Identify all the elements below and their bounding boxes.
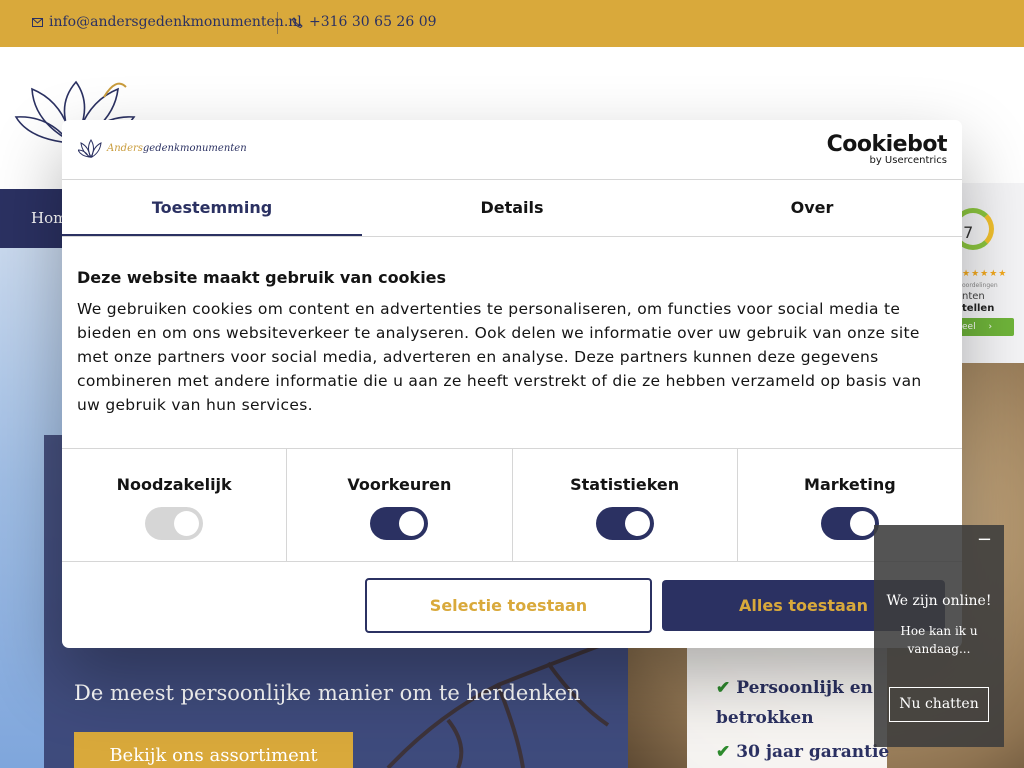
phone-text: +316 30 65 26 09	[309, 14, 437, 30]
tab-about[interactable]: Over	[662, 181, 962, 236]
chat-title: We zijn online!	[886, 593, 992, 609]
preferences-switch[interactable]	[370, 507, 429, 540]
toggle-necessary: Noodzakelijk	[62, 449, 288, 561]
start-chat-button[interactable]: Nu chatten	[889, 687, 989, 722]
cookiebot-logo[interactable]: Cookiebot by Usercentrics	[826, 132, 948, 166]
toggle-label: Noodzakelijk	[116, 475, 232, 494]
switch-knob	[624, 511, 650, 536]
view-assortment-button[interactable]: Bekijk ons assortiment	[74, 732, 353, 768]
marketing-switch[interactable]	[820, 507, 879, 540]
logo-text: Andersgedenkmonumenten	[107, 142, 247, 154]
usp-text: 30 jaar garantie	[736, 742, 890, 762]
switch-knob	[174, 511, 200, 536]
star-rating-icon: ★★★★★	[962, 269, 1008, 279]
mail-icon	[32, 17, 43, 27]
phone-icon	[292, 16, 303, 28]
switch-knob	[399, 511, 425, 536]
site-logo: Andersgedenkmonumenten	[78, 138, 247, 158]
usp-item: ✔ 30 jaar garantie	[716, 737, 889, 767]
dialog-description: We gebruiken cookies om content en adver…	[77, 300, 922, 414]
toggle-label: Statistieken	[570, 475, 680, 494]
dialog-tabs: Toestemming Details Over	[62, 181, 962, 237]
checkmark-icon: ✔	[716, 742, 731, 762]
tab-details[interactable]: Details	[362, 181, 662, 236]
necessary-switch	[145, 507, 204, 540]
dialog-header: Andersgedenkmonumenten Cookiebot by User…	[62, 120, 962, 180]
consent-toggles: Noodzakelijk Voorkeuren Statistieken Mar…	[62, 448, 962, 562]
email-text: info@andersgedenkmonumenten.nl	[49, 14, 302, 30]
hero-tagline: De meest persoonlijke manier om te herde…	[74, 681, 581, 705]
dialog-heading: Deze website maakt gebruik van cookies	[77, 268, 447, 287]
minimize-icon[interactable]: −	[977, 529, 992, 550]
top-contact-bar: info@andersgedenkmonumenten.nl +316 30 6…	[0, 0, 1024, 47]
email-link[interactable]: info@andersgedenkmonumenten.nl	[32, 14, 302, 30]
checkmark-icon: ✔	[716, 678, 731, 698]
chat-subtitle: Hoe kan ik u vandaag...	[900, 624, 978, 656]
review-count-label: oordelingen	[962, 282, 998, 289]
cookie-consent-dialog: Andersgedenkmonumenten Cookiebot by User…	[62, 120, 962, 648]
toggle-statistics: Statistieken	[513, 449, 738, 561]
toggle-label: Voorkeuren	[347, 475, 452, 494]
review-button-label: eel	[962, 322, 976, 332]
cookiebot-brand: Cookiebot	[826, 132, 948, 157]
usp-item: ✔ Persoonlijk en betrokken	[716, 673, 886, 733]
contact-divider	[277, 12, 278, 34]
toggle-preferences: Voorkeuren	[287, 449, 513, 561]
chat-widget: − We zijn online! Hoe kan ik u vandaag..…	[874, 525, 1004, 747]
allow-selection-button[interactable]: Selectie toestaan	[365, 578, 652, 633]
tab-consent[interactable]: Toestemming	[62, 181, 362, 236]
review-button[interactable]: eel ›	[956, 318, 1014, 336]
statistics-switch[interactable]	[595, 507, 654, 540]
review-label-bold: tellen	[962, 303, 995, 314]
switch-knob	[849, 511, 875, 536]
chevron-right-icon: ›	[988, 322, 993, 332]
lotus-logo-icon	[78, 139, 102, 158]
review-label: nten	[962, 291, 985, 302]
toggle-label: Marketing	[804, 475, 896, 494]
dialog-body: Deze website maakt gebruik van cookies W…	[77, 268, 947, 417]
usp-text: Persoonlijk en betrokken	[716, 678, 873, 728]
phone-link[interactable]: +316 30 65 26 09	[292, 14, 437, 30]
